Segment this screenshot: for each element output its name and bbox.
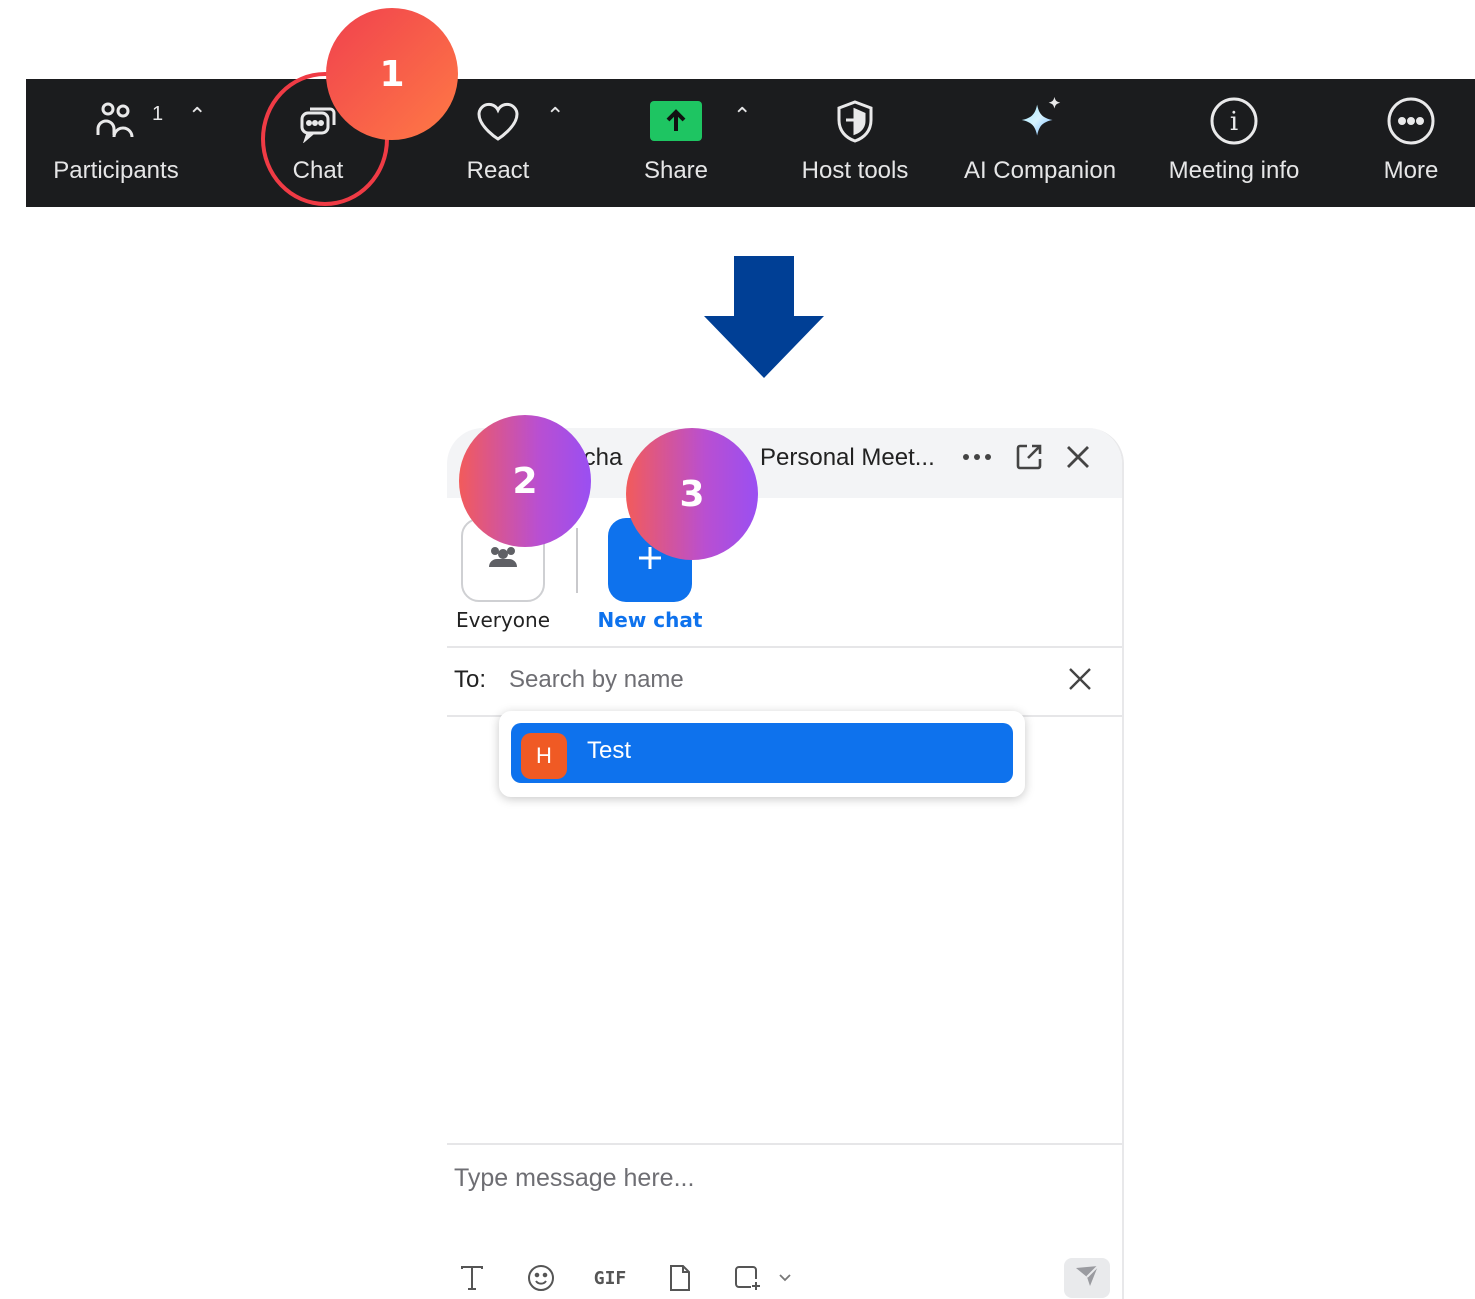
message-input[interactable] [454, 1158, 1074, 1198]
recipient-divider [576, 528, 578, 593]
chat-title: Personal Meet... [760, 444, 935, 471]
share-caret-icon[interactable]: ⌃ [733, 103, 751, 129]
heart-icon [472, 95, 524, 147]
meeting-info-button[interactable]: i Meeting info [1154, 79, 1314, 207]
text-format-icon[interactable] [455, 1261, 489, 1295]
down-arrow-icon [704, 256, 824, 378]
suggestion-name: Test [587, 737, 632, 764]
participants-button[interactable]: 1 Participants [26, 79, 206, 207]
recipient-search-input[interactable] [509, 660, 1049, 700]
participants-caret-icon[interactable]: ⌃ [188, 103, 206, 129]
react-button[interactable]: React [438, 79, 558, 207]
ai-companion-button[interactable]: AI Companion [954, 79, 1126, 207]
participants-icon [90, 95, 142, 147]
participants-count: 1 [152, 103, 164, 125]
group-icon [485, 543, 521, 578]
react-caret-icon[interactable]: ⌃ [546, 103, 564, 129]
to-label: To: [454, 666, 487, 693]
meeting-toolbar: 1 Participants ⌃ Chat React ⌃ Share ⌃ Ho… [26, 79, 1475, 207]
svg-text:i: i [1230, 107, 1238, 137]
close-icon[interactable] [1061, 440, 1095, 474]
host-tools-button[interactable]: Host tools [786, 79, 924, 207]
share-icon [650, 95, 702, 147]
more-icon [1385, 95, 1437, 147]
more-button[interactable]: More [1356, 79, 1466, 207]
everyone-label: Everyone [455, 608, 551, 632]
avatar: H [521, 733, 567, 779]
send-icon [1074, 1264, 1100, 1293]
send-button[interactable] [1064, 1258, 1110, 1298]
chevron-down-icon[interactable] [775, 1261, 795, 1295]
react-label: React [466, 157, 530, 184]
pop-out-icon[interactable] [1012, 440, 1046, 474]
divider [447, 646, 1122, 648]
new-chat-label: New chat [597, 608, 703, 632]
step-badge-3: 3 [626, 428, 758, 560]
recipient-suggestions-dropdown: H Test [499, 711, 1025, 797]
meeting-info-label: Meeting info [1168, 157, 1300, 184]
share-label: Share [643, 157, 709, 184]
participants-label: Participants [53, 157, 179, 184]
step-badge-2: 2 [459, 415, 591, 547]
shield-icon [829, 95, 881, 147]
file-icon[interactable] [663, 1261, 697, 1295]
clear-search-icon[interactable] [1067, 666, 1097, 696]
emoji-icon[interactable] [524, 1261, 558, 1295]
suggestion-item[interactable]: H Test [511, 723, 1013, 783]
ai-companion-label: AI Companion [963, 157, 1117, 184]
step-badge-1: 1 [326, 8, 458, 140]
divider [447, 1143, 1122, 1145]
info-icon: i [1208, 95, 1260, 147]
sparkle-icon [1014, 95, 1066, 147]
share-button[interactable]: Share [616, 79, 736, 207]
chat-panel: tcha Personal Meet... Everyone New chat … [447, 428, 1124, 1299]
host-tools-label: Host tools [801, 157, 909, 184]
more-options-icon[interactable] [960, 440, 994, 474]
more-label: More [1383, 157, 1439, 184]
gif-button[interactable]: GIF [590, 1261, 630, 1295]
screenshot-icon[interactable] [731, 1261, 765, 1295]
